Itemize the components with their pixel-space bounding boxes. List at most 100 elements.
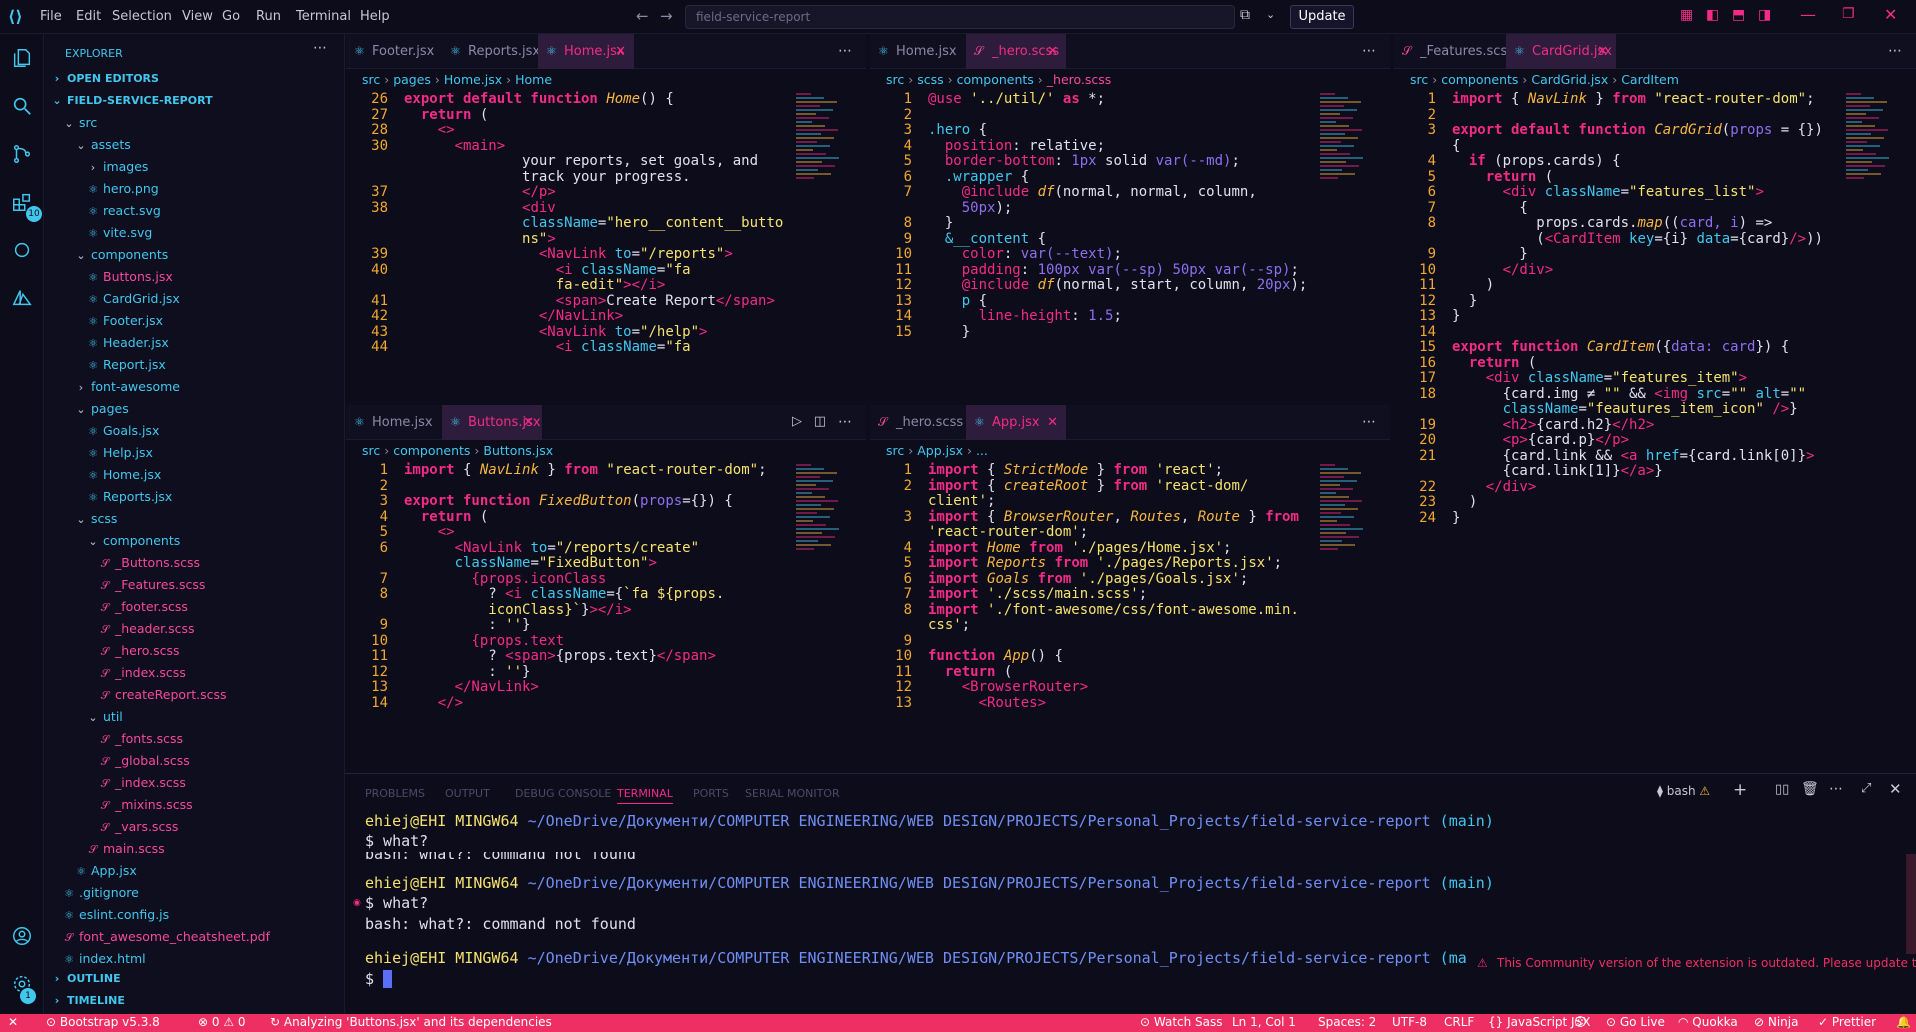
forward-arrow-icon[interactable]: →	[660, 7, 673, 25]
split-terminal-icon[interactable]: ▯▯	[1775, 782, 1789, 797]
minimap[interactable]	[796, 462, 846, 662]
breadcrumb-item[interactable]: components	[1441, 72, 1518, 87]
editor-tab[interactable]: ⚛ Reports.jsx	[442, 34, 540, 69]
breadcrumb-item[interactable]: src	[362, 72, 380, 87]
tree-item[interactable]: ⌄ components	[87, 530, 180, 552]
tree-item[interactable]: ⚛ Help.jsx	[87, 442, 153, 464]
panel-tab-terminal[interactable]: TERMINAL	[617, 787, 673, 804]
editor-tab[interactable]: ⚛ App.jsx ✕	[966, 405, 1066, 440]
editor-tab[interactable]: ⚛ Home.jsx	[870, 34, 966, 69]
go-live-status[interactable]: ⊙ Go Live	[1606, 1015, 1665, 1029]
more-actions-icon[interactable]: ⋯	[313, 40, 327, 56]
tree-item[interactable]: ⌄ pages	[75, 398, 128, 420]
breadcrumb-item[interactable]: Home	[515, 72, 552, 87]
tree-item[interactable]: › font-awesome	[75, 376, 180, 398]
panel-tab-ports[interactable]: PORTS	[693, 787, 729, 800]
outline-section[interactable]: › OUTLINE	[51, 968, 121, 990]
tree-item[interactable]: ⚛ CardGrid.jsx	[87, 288, 180, 310]
notifications-bell-icon[interactable]: 🔔	[1896, 1015, 1911, 1029]
tree-item[interactable]: 𝒮 _fonts.scss	[99, 728, 183, 750]
tree-item[interactable]: ⚛ Header.jsx	[87, 332, 169, 354]
tree-item[interactable]: ⌄ components	[75, 244, 168, 266]
breadcrumb[interactable]: src › components › Buttons.jsx	[346, 440, 866, 462]
search-icon[interactable]	[8, 92, 36, 120]
vscode-logo-icon[interactable]: ⟨⟩	[8, 7, 23, 26]
close-tab-icon[interactable]: ✕	[1597, 34, 1608, 69]
project-folder-section[interactable]: ⌄ FIELD-SERVICE-REPORT	[51, 90, 212, 112]
breadcrumb-item[interactable]: components	[957, 72, 1034, 87]
panel-tab-debug-console[interactable]: DEBUG CONSOLE	[515, 787, 611, 800]
tree-item[interactable]: 𝒮createReport.scss	[99, 684, 227, 706]
tree-item[interactable]: 𝒮 _hero.scss	[99, 640, 180, 662]
breadcrumb-item[interactable]: scss	[917, 72, 943, 87]
tree-item[interactable]: 𝒮 _Features.scss	[99, 574, 206, 596]
editor-group-app[interactable]: 𝒮 _hero.scss ⚛ App.jsx ✕ ⋯ src › App.jsx › ...…	[870, 405, 1390, 773]
tree-item[interactable]: ⚛ App.jsx	[75, 860, 137, 882]
close-panel-icon[interactable]: ✕	[1889, 780, 1902, 798]
editor-tab[interactable]: ⚛ Footer.jsx	[346, 34, 442, 69]
editor-tab[interactable]: 𝒮 _hero.scss	[870, 405, 966, 440]
copilot-status-icon[interactable]: ☺	[1574, 1015, 1587, 1029]
editor-tab[interactable]: ⚛ Home.jsx	[346, 405, 442, 440]
menu-view[interactable]: View	[182, 9, 213, 24]
menu-edit[interactable]: Edit	[76, 9, 101, 24]
menu-selection[interactable]: Selection	[112, 9, 172, 24]
editor-more-actions-icon[interactable]: ⋯	[838, 414, 852, 430]
toggle-secondary-sidebar-icon[interactable]: ◨	[1758, 7, 1771, 23]
layout-customize-icon[interactable]: ▦	[1680, 7, 1693, 23]
editor-tab[interactable]: 𝒮 _hero.scss ✕	[966, 34, 1066, 69]
menu-terminal[interactable]: Terminal	[296, 9, 351, 24]
chevron-down-icon[interactable]: ⌄	[1266, 8, 1275, 21]
tree-item[interactable]: 𝒮 _mixins.scss	[99, 794, 193, 816]
editor-tab[interactable]: ⚛ CardGrid.jsx ✕	[1506, 34, 1616, 69]
azure-icon[interactable]	[8, 284, 36, 312]
split-editor-icon[interactable]: ◫	[814, 414, 826, 429]
breadcrumb-item[interactable]: src	[886, 443, 904, 458]
tree-item[interactable]: ⚛ Home.jsx	[87, 464, 161, 486]
editor-group-buttons[interactable]: ⚛ Home.jsx ⚛ Buttons.jsx ✕ ⋯ ▷ ◫ src › component…	[346, 405, 866, 773]
editor-tab[interactable]: ⚛ Buttons.jsx ✕	[442, 405, 542, 440]
minimap[interactable]	[1320, 462, 1370, 662]
editor-more-actions-icon[interactable]: ⋯	[838, 43, 852, 59]
minimap[interactable]	[1846, 91, 1896, 291]
tree-item[interactable]: ⚛ eslint.config.js	[63, 904, 169, 926]
menu-help[interactable]: Help	[360, 9, 390, 24]
breadcrumb-item[interactable]: App.jsx	[917, 443, 963, 458]
editor-more-actions-icon[interactable]: ⋯	[1888, 43, 1902, 59]
tree-item[interactable]: 𝒮 _global.scss	[99, 750, 190, 772]
tree-item[interactable]: 𝒮font_awesome_cheatsheet.pdf	[63, 926, 270, 948]
tree-item[interactable]: ⚛ Buttons.jsx	[87, 266, 173, 288]
tree-item[interactable]: 𝒮 _vars.scss	[99, 816, 179, 838]
eol-status[interactable]: CRLF	[1444, 1015, 1474, 1029]
update-button[interactable]: Update	[1290, 5, 1354, 29]
editor-group-cardgrid[interactable]: 𝒮 _Features.scss ⚛ CardGrid.jsx ✕ ⋯ src › comp…	[1394, 34, 1916, 773]
breadcrumb-item[interactable]: _hero.scss	[1047, 72, 1112, 87]
breadcrumb-item[interactable]: ...	[976, 443, 988, 458]
breadcrumb-item[interactable]: components	[393, 443, 470, 458]
problems-status[interactable]: ⊗ 0 ⚠ 0	[198, 1015, 246, 1029]
restore-icon[interactable]: ❐	[1842, 6, 1855, 22]
menu-run[interactable]: Run	[256, 9, 281, 24]
minimap[interactable]	[796, 91, 846, 291]
breadcrumb[interactable]: src › App.jsx › ...	[870, 440, 1390, 462]
extension-notice[interactable]: ⚠ This Community version of the extension…	[1471, 952, 1916, 974]
breadcrumb[interactable]: src › components › CardGrid.jsx › CardIt…	[1394, 69, 1916, 91]
editor-tab[interactable]: ⚛ Home.jsx ✕	[538, 34, 634, 69]
ninja-status[interactable]: ⊘ Ninja	[1754, 1015, 1798, 1029]
breadcrumb-item[interactable]: Buttons.jsx	[483, 443, 553, 458]
breadcrumb[interactable]: src › scss › components › _hero.scss	[870, 69, 1390, 91]
panel-tab-serial-monitor[interactable]: SERIAL MONITOR	[745, 787, 840, 800]
minimize-icon[interactable]: —	[1800, 5, 1816, 24]
run-icon[interactable]: ▷	[792, 414, 802, 429]
bootstrap-status[interactable]: ⊙ Bootstrap v5.3.8	[46, 1015, 160, 1029]
tree-item[interactable]: ⚛ hero.png	[87, 178, 159, 200]
tree-item[interactable]: 𝒮 _index.scss	[99, 662, 186, 684]
minimap[interactable]	[1320, 91, 1370, 291]
breadcrumb-item[interactable]: CardGrid.jsx	[1531, 72, 1608, 87]
remote-explorer-icon[interactable]	[8, 236, 36, 264]
tree-item[interactable]: ⚛ Reports.jsx	[87, 486, 172, 508]
new-terminal-icon[interactable]: +	[1733, 780, 1747, 800]
panel-scrollbar[interactable]	[1906, 854, 1916, 954]
breadcrumb-item[interactable]: src	[1410, 72, 1428, 87]
tree-item[interactable]: ⚛ index.html	[63, 948, 146, 970]
